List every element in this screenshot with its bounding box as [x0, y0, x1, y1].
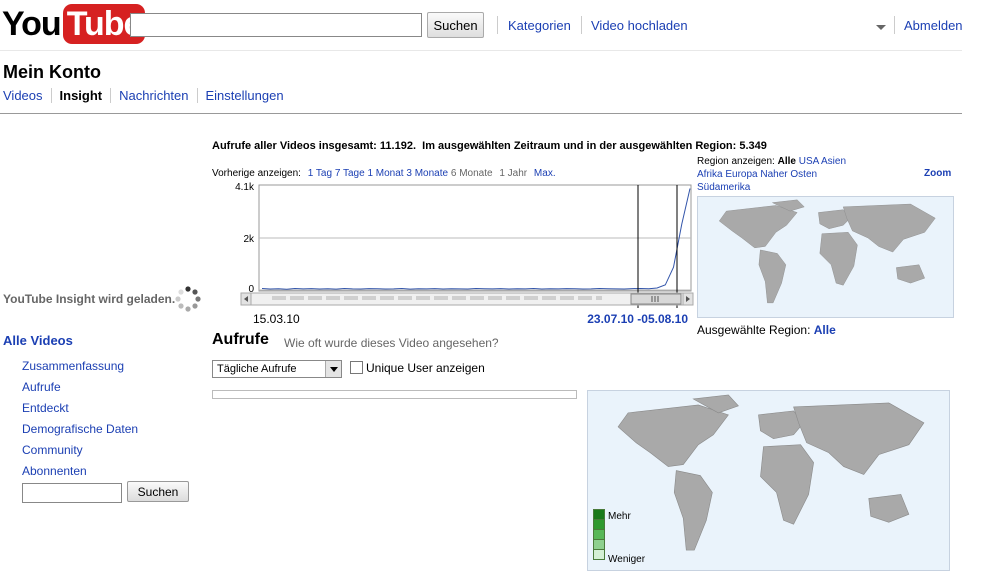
unique-users-checkbox[interactable] — [350, 361, 363, 374]
region-south-america[interactable]: Südamerika — [697, 182, 750, 193]
region-usa[interactable]: USA — [799, 156, 819, 167]
legend-swatch — [593, 549, 605, 560]
header-separator — [894, 16, 895, 34]
region-asia[interactable]: Asien — [821, 156, 846, 167]
upload-video-link[interactable]: Video hochladen — [591, 18, 688, 33]
range-views-value: 5.349 — [739, 140, 767, 152]
region-map[interactable] — [697, 196, 954, 318]
views-section-description: Wie oft wurde dieses Video angesehen? — [284, 336, 499, 350]
time-range-label: Vorherige anzeigen: — [212, 168, 301, 179]
world-landmass — [718, 199, 936, 304]
sidebar-search-input[interactable] — [22, 483, 122, 503]
range-1-year: 1 Jahr — [499, 168, 528, 179]
tabs-divider — [0, 113, 962, 114]
header-separator — [581, 16, 582, 34]
x-start-label: 15.03.10 — [253, 312, 300, 326]
tab-messages[interactable]: Nachrichten — [110, 88, 196, 103]
loading-spinner-icon — [175, 286, 201, 312]
tab-videos[interactable]: Videos — [3, 88, 51, 103]
region-middle-east[interactable]: Naher Osten — [760, 169, 817, 180]
categories-link[interactable]: Kategorien — [508, 18, 571, 33]
region-africa[interactable]: Afrika — [697, 169, 723, 180]
y-tick-label: 4.1k — [235, 182, 255, 193]
selected-region: Ausgewählte Region: Alle — [697, 323, 836, 337]
sidebar-item-discovered[interactable]: Entdeckt — [22, 401, 69, 415]
range-3-months[interactable]: 3 Monate — [406, 168, 448, 179]
views-summary: Aufrufe aller Videos insgesamt: 11.192. … — [212, 140, 767, 152]
selected-region-value[interactable]: Alle — [814, 323, 836, 337]
sidebar-item-demographics[interactable]: Demografische Daten — [22, 422, 138, 436]
search-button[interactable]: Suchen — [427, 12, 484, 38]
views-table-placeholder — [212, 390, 577, 399]
selected-region-label: Ausgewählte Region: — [697, 323, 811, 337]
region-current: Alle — [777, 156, 796, 167]
all-videos-link[interactable]: Alle Videos — [3, 333, 73, 348]
selection-range-label: 23.07.10 -05.08.10 — [587, 312, 688, 326]
y-tick-label: 2k — [243, 234, 255, 245]
youtube-logo[interactable]: You Tube — [2, 4, 146, 44]
region-selector: Region anzeigen: Alle USA Asien Afrika E… — [697, 155, 957, 194]
zoom-link[interactable]: Zoom — [924, 168, 951, 179]
world-landmass — [617, 394, 925, 551]
sidebar-search-button[interactable]: Suchen — [127, 481, 189, 502]
legend-more-label: Mehr — [608, 511, 631, 522]
views-type-value: Tägliche Aufrufe — [217, 363, 297, 375]
account-tabs: Videos Insight Nachrichten Einstellungen — [3, 88, 292, 103]
search-input[interactable] — [130, 13, 422, 37]
page-title: Mein Konto — [3, 62, 101, 82]
range-1-month[interactable]: 1 Monat — [367, 168, 403, 179]
views-type-select[interactable]: Tägliche Aufrufe — [212, 360, 342, 378]
range-1-day[interactable]: 1 Tag — [308, 168, 332, 179]
range-7-days[interactable]: 7 Tage — [335, 168, 365, 179]
sidebar-item-summary[interactable]: Zusammenfassung — [22, 359, 124, 373]
time-range-selector: Vorherige anzeigen: 1 Tag 7 Tage 1 Monat… — [212, 168, 556, 179]
scroll-thumb — [630, 293, 682, 305]
range-views-label: Im ausgewählten Zeitraum und in der ausg… — [422, 140, 737, 152]
chevron-down-icon[interactable] — [325, 361, 341, 377]
range-6-months: 6 Monate — [450, 168, 493, 179]
range-max[interactable]: Max. — [534, 168, 556, 179]
views-section-title: Aufrufe — [212, 331, 269, 348]
sidebar-nav: Zusammenfassung Aufrufe Entdeckt Demogra… — [22, 356, 138, 482]
header-separator — [497, 16, 498, 34]
sidebar-item-community[interactable]: Community — [22, 443, 83, 457]
total-views-value: 11.192. — [379, 140, 417, 152]
views-heat-map[interactable] — [587, 390, 950, 571]
tab-insight[interactable]: Insight — [50, 88, 111, 103]
tab-settings[interactable]: Einstellungen — [196, 88, 292, 103]
map-legend — [593, 509, 605, 560]
views-chart[interactable]: 4.1k 2k 0 15.03.10 23.07.10 -05.08.10 — [212, 180, 697, 328]
loading-message: YouTube Insight wird geladen. — [3, 292, 176, 306]
account-dropdown-icon[interactable] — [876, 25, 886, 30]
sidebar-item-views[interactable]: Aufrufe — [22, 380, 61, 394]
region-europe[interactable]: Europa — [725, 169, 757, 180]
sign-out-link[interactable]: Abmelden — [904, 18, 963, 33]
unique-users-label[interactable]: Unique User anzeigen — [366, 361, 485, 375]
sidebar-item-subscribers[interactable]: Abonnenten — [22, 464, 87, 478]
header-divider — [0, 50, 962, 51]
legend-less-label: Weniger — [608, 554, 646, 565]
total-views-label: Aufrufe aller Videos insgesamt: — [212, 140, 377, 152]
logo-you-text: You — [2, 5, 62, 43]
region-label: Region anzeigen: — [697, 156, 775, 167]
